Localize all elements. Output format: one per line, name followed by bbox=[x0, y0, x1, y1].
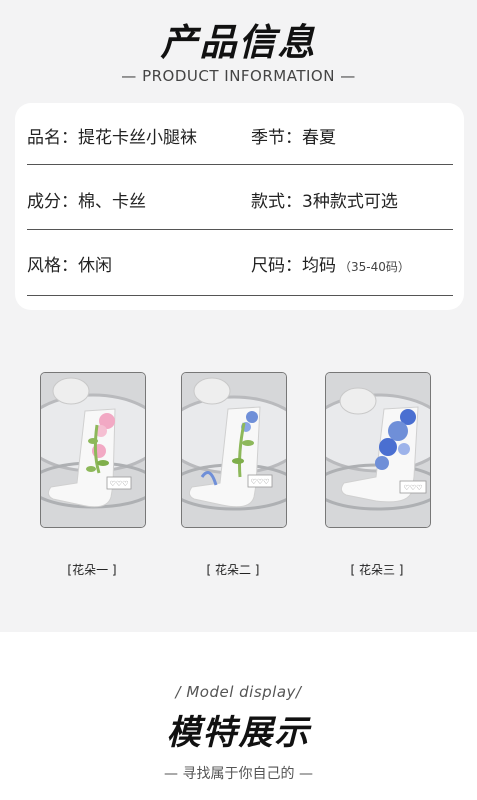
product-label-1: [花朵一 ] bbox=[67, 563, 117, 577]
info-season: 季节：春夏 bbox=[251, 128, 336, 148]
section-subtitle: — PRODUCT INFORMATION — bbox=[121, 67, 356, 85]
product-label-3: [ 花朵三 ] bbox=[350, 563, 404, 577]
model-title: 模特展示 bbox=[166, 713, 311, 753]
section-title: 产品信息 bbox=[160, 21, 317, 64]
svg-text:♡♡♡: ♡♡♡ bbox=[404, 484, 423, 492]
info-style-options: 款式：3种款式可选 bbox=[251, 192, 398, 212]
row-divider bbox=[27, 164, 453, 165]
info-style: 风格：休闲 bbox=[27, 256, 112, 276]
info-size-note: （35-40码） bbox=[339, 260, 410, 274]
product-info-section: 产品信息 — PRODUCT INFORMATION — 品名：提花卡丝小腿袜 … bbox=[0, 0, 477, 632]
info-row-1: 品名：提花卡丝小腿袜 季节：春夏 bbox=[27, 103, 452, 167]
product-label-2: [ 花朵二 ] bbox=[206, 563, 260, 577]
product-image-1[interactable]: ♡♡♡ bbox=[40, 372, 146, 528]
model-english-title: / Model display/ bbox=[175, 683, 302, 701]
product-image-2[interactable]: ♡♡♡ bbox=[181, 372, 287, 528]
info-size: 尺码：均码 （35-40码） bbox=[251, 251, 410, 276]
row-divider bbox=[27, 295, 453, 296]
info-size-value: 尺码：均码 bbox=[251, 256, 336, 276]
product-image-3[interactable]: ♡♡♡ bbox=[325, 372, 431, 528]
info-name: 品名：提花卡丝小腿袜 bbox=[27, 128, 197, 148]
info-material: 成分：棉、卡丝 bbox=[27, 192, 146, 212]
info-row-3: 风格：休闲 尺码：均码 （35-40码） bbox=[27, 231, 452, 295]
svg-text:♡♡♡: ♡♡♡ bbox=[251, 478, 270, 486]
svg-text:♡♡♡: ♡♡♡ bbox=[110, 480, 129, 488]
model-subtitle: — 寻找属于你自己的 — bbox=[164, 766, 313, 782]
info-row-2: 成分：棉、卡丝 款式：3种款式可选 bbox=[27, 167, 452, 231]
row-divider bbox=[27, 229, 453, 230]
